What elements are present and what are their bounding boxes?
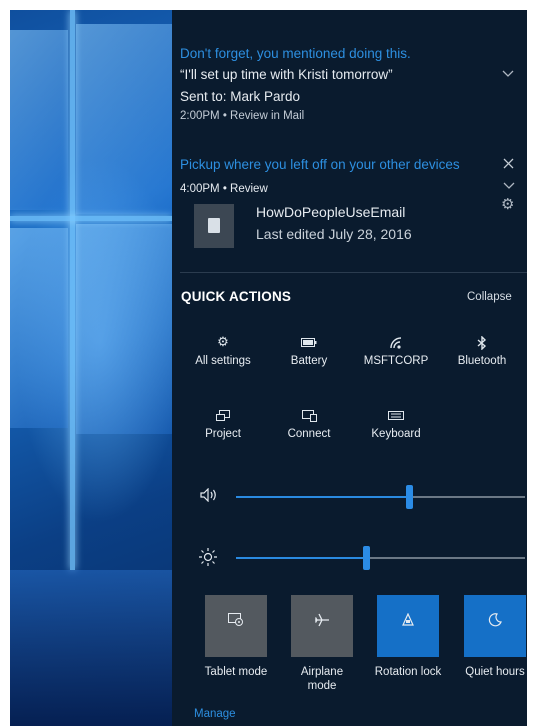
wallpaper-floor bbox=[10, 570, 172, 726]
keyboard-icon bbox=[352, 405, 440, 425]
notification-time: 4:00PM • Review bbox=[180, 183, 268, 195]
quick-action-connect[interactable]: Connect bbox=[265, 405, 353, 449]
quick-action-label: All settings bbox=[195, 355, 251, 367]
quick-action-label: Connect bbox=[287, 428, 331, 440]
project-icon bbox=[179, 405, 267, 425]
action-center: Don't forget, you mentioned doing this. … bbox=[172, 10, 527, 726]
airplane-mode-tile[interactable] bbox=[291, 595, 353, 657]
sun-icon bbox=[199, 548, 217, 569]
bluetooth-icon bbox=[438, 332, 526, 352]
tablet-mode-tile[interactable] bbox=[205, 595, 267, 657]
rotation-lock-icon bbox=[377, 612, 439, 631]
quick-action-keyboard[interactable]: Keyboard bbox=[352, 405, 440, 449]
window-pane bbox=[10, 228, 68, 428]
notification-title[interactable]: Don't forget, you mentioned doing this. bbox=[180, 46, 411, 61]
window-pane bbox=[10, 30, 68, 210]
volume-slider[interactable] bbox=[236, 485, 525, 509]
quick-action-wifi[interactable]: MSFTCORP bbox=[352, 332, 440, 376]
speaker-icon bbox=[200, 487, 218, 505]
collapse-link[interactable]: Collapse bbox=[467, 291, 512, 303]
airplane-icon bbox=[291, 613, 353, 631]
quick-action-bluetooth[interactable]: Bluetooth bbox=[438, 332, 526, 376]
quick-action-project[interactable]: Project bbox=[179, 405, 267, 449]
quick-action-label: Project bbox=[205, 428, 241, 440]
chevron-down-icon[interactable] bbox=[502, 68, 514, 80]
window-pane bbox=[76, 224, 172, 434]
airplane-mode-label-line1: Airplane bbox=[300, 666, 344, 678]
battery-icon bbox=[265, 332, 353, 352]
window-frame-bar bbox=[10, 216, 172, 221]
notification-meta[interactable]: 2:00PM • Review in Mail bbox=[180, 110, 304, 122]
notification-quote: “I'll set up time with Kristi tomorrow” bbox=[180, 67, 393, 82]
brightness-slider[interactable] bbox=[236, 546, 525, 570]
gear-icon: ⚙ bbox=[217, 334, 229, 349]
brightness-fill bbox=[236, 557, 367, 559]
notification-title[interactable]: Pickup where you left off on your other … bbox=[180, 157, 460, 172]
quick-action-label: Bluetooth bbox=[457, 355, 507, 367]
volume-fill bbox=[236, 496, 410, 498]
wifi-icon bbox=[352, 332, 440, 352]
quiet-hours-label: Quiet hours bbox=[465, 666, 525, 678]
close-icon[interactable] bbox=[503, 158, 514, 171]
manage-link[interactable]: Manage bbox=[194, 708, 236, 720]
volume-thumb[interactable] bbox=[406, 485, 414, 509]
brightness-thumb[interactable] bbox=[363, 546, 371, 570]
desktop-wallpaper bbox=[10, 10, 172, 726]
quick-actions-title: QUICK ACTIONS bbox=[181, 289, 292, 304]
document-name[interactable]: HowDoPeopleUseEmail bbox=[256, 204, 405, 220]
window-frame-bar bbox=[70, 10, 75, 570]
quick-action-label: Keyboard bbox=[371, 428, 421, 440]
chevron-down-icon[interactable] bbox=[503, 180, 515, 192]
window-pane bbox=[76, 24, 172, 214]
moon-icon bbox=[464, 613, 526, 631]
screenshot-frame: Don't forget, you mentioned doing this. … bbox=[10, 10, 527, 726]
quick-action-battery[interactable]: Battery bbox=[265, 332, 353, 376]
connect-icon bbox=[265, 405, 353, 425]
gear-icon[interactable]: ⚙ bbox=[501, 197, 514, 212]
quiet-hours-tile[interactable] bbox=[464, 595, 526, 657]
rotation-lock-tile[interactable] bbox=[377, 595, 439, 657]
document-edited: Last edited July 28, 2016 bbox=[256, 226, 412, 242]
airplane-mode-label-line2: mode bbox=[307, 680, 337, 692]
quick-action-all-settings[interactable]: ⚙ All settings bbox=[179, 332, 267, 376]
tablet-mode-label: Tablet mode bbox=[204, 666, 268, 678]
quick-action-label: Battery bbox=[290, 355, 328, 367]
document-icon bbox=[208, 218, 220, 233]
airplane-mode-label: Airplane mode bbox=[277, 665, 367, 693]
divider bbox=[180, 272, 527, 273]
document-tile[interactable] bbox=[194, 204, 234, 248]
tablet-mode-icon bbox=[205, 613, 267, 631]
rotation-lock-label: Rotation lock bbox=[374, 666, 442, 678]
notification-recipient: Sent to: Mark Pardo bbox=[180, 89, 301, 104]
quick-action-label: MSFTCORP bbox=[363, 355, 429, 367]
